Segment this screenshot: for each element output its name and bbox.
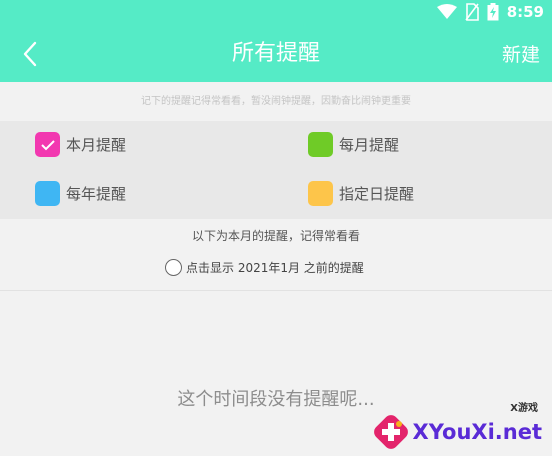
watermark-small-text: X游戏 [510,403,538,414]
legend-item-this-month[interactable]: 本月提醒 [35,132,126,157]
legend-label: 本月提醒 [66,136,127,154]
checkbox-checked-icon [35,132,60,157]
show-earlier-toggle[interactable]: 点击显示 2021年1月 之前的提醒 [165,259,364,276]
divider [0,290,552,291]
color-swatch-icon [308,181,333,206]
hint-text: 记下的提醒记得常看看，暂没闹钟提醒，因勤奋比闹钟更重要 [141,96,411,107]
color-swatch-icon [308,132,333,157]
battery-icon [487,3,499,21]
watermark: XYouXi.net [373,414,542,450]
legend-label: 指定日提醒 [339,185,415,203]
wifi-icon [436,4,457,19]
color-swatch-icon [35,181,60,206]
radio-unchecked-icon[interactable] [165,259,182,276]
legend-item-specific-date[interactable]: 指定日提醒 [308,181,414,206]
page-title: 所有提醒 [231,41,320,66]
watermark-text: XYouXi.net [412,420,542,444]
reminder-type-legend: 本月提醒 每月提醒 每年提醒 指定日提醒 [0,121,552,219]
legend-label: 每月提醒 [339,136,400,154]
legend-item-yearly[interactable]: 每年提醒 [35,181,126,206]
no-sim-icon [465,3,479,21]
status-time: 8:59 [506,3,544,21]
empty-state-text: 这个时间段没有提醒呢... [177,389,375,410]
gamepad-logo-icon [373,414,409,450]
new-button[interactable]: 新建 [502,40,540,70]
top-app-bar: 8:59 所有提醒 新建 [0,0,552,82]
month-note: 以下为本月的提醒，记得常看看 [191,229,360,243]
legend-label: 每年提醒 [66,185,127,203]
show-earlier-label: 点击显示 2021年1月 之前的提醒 [186,261,364,275]
status-bar: 8:59 [436,2,544,22]
legend-item-monthly[interactable]: 每月提醒 [308,132,399,157]
